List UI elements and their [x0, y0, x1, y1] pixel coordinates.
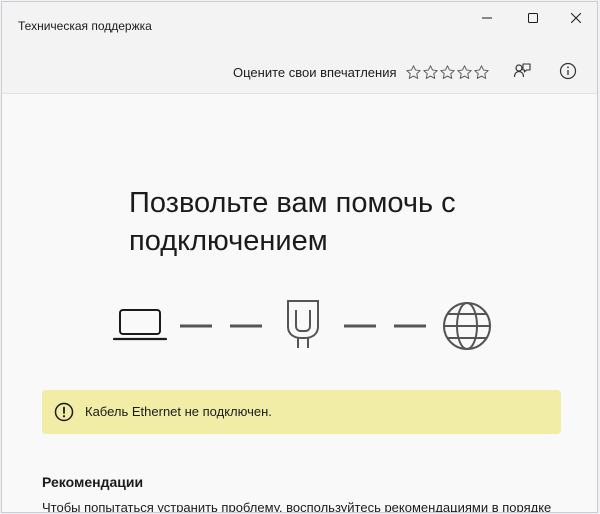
laptop-icon: [112, 309, 168, 341]
star-icon[interactable]: [405, 64, 422, 81]
star-icon[interactable]: [456, 64, 473, 81]
star-icon[interactable]: [422, 64, 439, 81]
main-content: Позвольте вам помочь с подключением Кабе…: [2, 94, 597, 513]
warning-banner: Кабель Ethernet не подключен.: [42, 390, 561, 434]
star-icon[interactable]: [473, 64, 490, 81]
feedback-icon: [513, 63, 531, 78]
toolbar: Оцените свои впечатления: [2, 46, 597, 94]
warning-icon: [54, 402, 74, 422]
support-window: Техническая поддержка Оцените свои впеча…: [1, 1, 598, 513]
feedback-button[interactable]: [509, 58, 535, 84]
rating-stars[interactable]: [405, 64, 490, 81]
router-icon: [287, 300, 319, 348]
info-button[interactable]: [555, 58, 581, 84]
globe-icon: [443, 302, 491, 350]
maximize-button[interactable]: [510, 2, 556, 34]
star-icon[interactable]: [439, 64, 456, 81]
page-title: Позвольте вам помочь с подключением: [129, 187, 456, 257]
window-title: Техническая поддержка: [18, 19, 152, 33]
close-button[interactable]: [553, 2, 597, 34]
connection-diagram: [112, 300, 491, 350]
maximize-icon: [528, 13, 538, 23]
minimize-button[interactable]: [464, 2, 510, 34]
rate-label: Оцените свои впечатления: [233, 65, 397, 80]
info-icon: [559, 62, 577, 80]
close-icon: [571, 13, 581, 23]
warning-text: Кабель Ethernet не подключен.: [85, 404, 272, 419]
recommendations-text: Чтобы попытаться устранить проблему, вос…: [42, 500, 552, 513]
minimize-icon: [482, 17, 492, 19]
title-bar[interactable]: Техническая поддержка: [2, 2, 597, 46]
recommendations-title: Рекомендации: [42, 474, 144, 490]
